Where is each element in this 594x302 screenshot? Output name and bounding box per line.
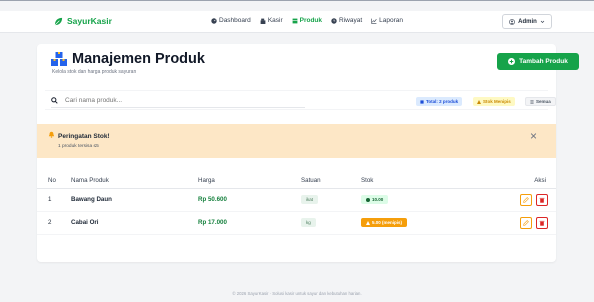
product-name: Cabai Ori	[71, 211, 198, 235]
product-price: Rp 50.600	[198, 188, 301, 212]
footer: © 2026 SayurKasir · Solusi kasir untuk s…	[232, 291, 362, 296]
nav-laporan-label: Laporan	[379, 17, 404, 24]
col-unit: Satuan	[301, 174, 361, 189]
product-name: Bawang Daun	[71, 188, 198, 212]
user-icon	[509, 18, 516, 25]
nav-dashboard-label: Dashboard	[219, 17, 251, 24]
nav-produk[interactable]: Produk	[292, 17, 322, 24]
trash-icon	[539, 220, 545, 226]
col-stock: Stok	[361, 174, 505, 189]
check-circle-icon	[366, 197, 370, 202]
total-products-label: Total: 2 produk	[426, 99, 459, 104]
brand-name: SayurKasir	[67, 16, 112, 26]
unit-cell: ikat	[301, 188, 361, 212]
unit-badge: ikat	[301, 195, 319, 204]
table-header-row: No Nama Produk Harga Satuan Stok Aksi	[37, 174, 556, 189]
cash-register-icon	[260, 18, 266, 24]
actions-cell	[505, 188, 556, 212]
search-box[interactable]	[51, 94, 305, 108]
low-stock-label: Stok Menipis	[483, 99, 511, 104]
top-edge-line	[0, 0, 594, 1]
stock-badge: 10.00	[361, 195, 389, 204]
unit-cell: kg	[301, 211, 361, 235]
edit-icon	[523, 219, 530, 226]
chart-icon	[371, 18, 377, 24]
product-price: Rp 17.000	[198, 211, 301, 235]
nav-laporan[interactable]: Laporan	[371, 17, 403, 24]
nav-kasir[interactable]: Kasir	[260, 17, 283, 24]
col-price: Harga	[198, 174, 301, 189]
all-filter-button[interactable]: Semua	[525, 97, 556, 106]
page-title: Manajemen Produk	[72, 51, 205, 67]
stock-warning-alert: Peringatan Stok! 1 produk tersisa ≤5 ×	[37, 124, 556, 158]
all-filter-label: Semua	[536, 99, 551, 104]
filter-bar: Total: 2 produk Stok Menipis Semua	[45, 90, 556, 110]
nav-kasir-label: Kasir	[267, 17, 283, 24]
stock-cell: 5.00 (menipis)	[361, 211, 505, 235]
user-menu-button[interactable]: Admin	[502, 14, 552, 29]
unit-badge: kg	[301, 218, 316, 227]
plus-circle-icon	[508, 58, 516, 65]
trash-icon	[539, 197, 545, 203]
table-row: 1 Bawang Daun Rp 50.600 ikat 10.00	[37, 188, 556, 212]
delete-button[interactable]	[536, 216, 548, 229]
edit-button[interactable]	[520, 193, 533, 206]
nav-riwayat-label: Riwayat	[339, 17, 363, 24]
list-icon	[530, 100, 534, 103]
chevron-down-icon	[540, 20, 545, 23]
col-name: Nama Produk	[71, 174, 198, 189]
warning-icon	[366, 220, 370, 225]
low-stock-filter[interactable]: Stok Menipis	[473, 97, 515, 106]
product-card: Manajemen Produk Kelola stok dan harga p…	[37, 44, 579, 262]
edit-button[interactable]	[520, 216, 533, 229]
navbar: SayurKasir Dashboard Kasir Produk Riwaya…	[0, 11, 594, 33]
close-icon: ×	[530, 129, 538, 143]
col-actions: Aksi	[505, 174, 556, 189]
add-product-button[interactable]: Tambah Produk	[497, 53, 579, 70]
filter-icon	[420, 99, 424, 104]
stock-cell: 10.00	[361, 188, 505, 212]
speedometer-icon	[211, 17, 217, 24]
nav-produk-label: Produk	[299, 17, 323, 24]
actions-cell	[505, 211, 556, 235]
warning-icon	[477, 99, 481, 104]
search-icon	[51, 97, 58, 104]
page-subtitle: Kelola stok dan harga produk sayuran	[52, 69, 137, 75]
brand-logo[interactable]: SayurKasir	[54, 16, 112, 26]
nav-riwayat[interactable]: Riwayat	[331, 17, 362, 24]
stock-value: 5.00 (menipis)	[372, 220, 403, 225]
stock-value: 10.00	[372, 197, 384, 202]
col-no: No	[37, 174, 71, 189]
table-row: 2 Cabai Ori Rp 17.000 kg 5.00 (menipis)	[37, 211, 556, 235]
edit-icon	[523, 196, 530, 203]
product-table: No Nama Produk Harga Satuan Stok Aksi 1 …	[37, 174, 556, 235]
box-icon	[292, 18, 298, 23]
boxes-icon	[51, 52, 67, 66]
alert-title: Peringatan Stok!	[58, 133, 110, 140]
page-header: Manajemen Produk Kelola stok dan harga p…	[51, 51, 205, 75]
stock-badge: 5.00 (menipis)	[361, 218, 408, 227]
total-products-badge: Total: 2 produk	[416, 97, 463, 106]
nav-dashboard[interactable]: Dashboard	[211, 17, 251, 24]
alert-text: 1 produk tersisa ≤5	[58, 144, 99, 149]
search-input[interactable]	[65, 97, 285, 104]
delete-button[interactable]	[536, 193, 548, 206]
close-alert-button[interactable]: ×	[530, 130, 537, 142]
add-product-label: Tambah Produk	[519, 58, 568, 65]
user-label: Admin	[518, 18, 537, 25]
row-no: 2	[37, 211, 71, 235]
leaf-icon	[54, 17, 63, 25]
nav-links: Dashboard Kasir Produk Riwayat Laporan	[211, 17, 403, 24]
clock-icon	[331, 17, 337, 24]
bell-icon	[48, 131, 55, 138]
row-no: 1	[37, 188, 71, 212]
